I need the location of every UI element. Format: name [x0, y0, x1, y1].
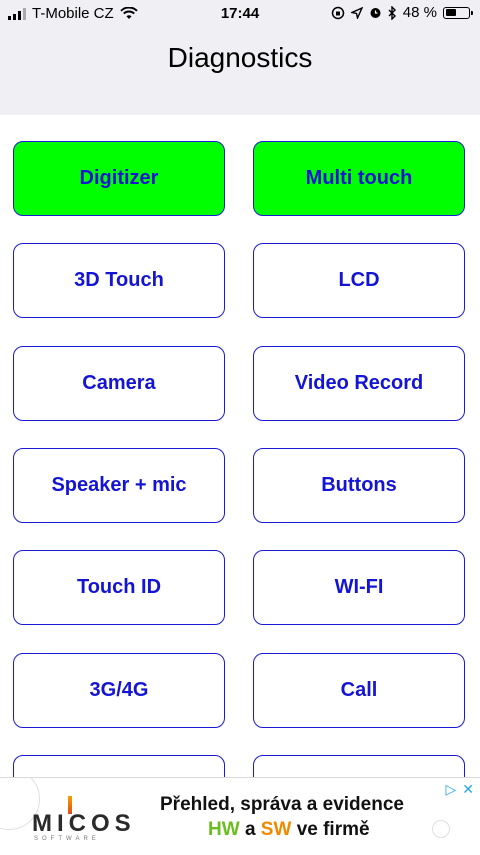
status-right: 48 % — [331, 4, 473, 21]
multi-touch-button[interactable]: Multi touch — [253, 141, 465, 216]
video-record-button[interactable]: Video Record — [253, 346, 465, 421]
partial-button-right[interactable] — [253, 755, 465, 777]
tagline-rest: ve firmě — [296, 819, 370, 840]
tagline-a: a — [244, 819, 256, 840]
cellular-3g-4g-button[interactable]: 3G/4G — [13, 653, 225, 728]
tagline-hw: HW — [208, 819, 240, 840]
alarm-icon — [370, 8, 381, 18]
battery-percent: 48 % — [402, 4, 437, 21]
micos-logo: MICOS SOFTWARE — [32, 792, 147, 842]
battery-icon — [443, 6, 473, 19]
partial-button-left[interactable] — [13, 755, 225, 777]
ad-tagline: HW a SW ve firmě — [208, 819, 370, 841]
bluetooth-icon — [388, 5, 396, 20]
close-icon[interactable]: ✕ — [462, 781, 474, 798]
touch-id-button[interactable]: Touch ID — [13, 550, 225, 625]
call-button[interactable]: Call — [253, 653, 465, 728]
ad-decoration-dot — [432, 820, 450, 838]
advertisement-banner[interactable]: MICOS SOFTWARE Přehled, správa a evidenc… — [0, 777, 480, 855]
diagnostics-grid: Digitizer Multi touch 3D Touch LCD Camer… — [0, 115, 480, 777]
camera-button[interactable]: Camera — [13, 346, 225, 421]
lcd-button[interactable]: LCD — [253, 243, 465, 318]
3d-touch-button[interactable]: 3D Touch — [13, 243, 225, 318]
speaker-mic-button[interactable]: Speaker + mic — [13, 448, 225, 523]
status-bar: T-Mobile CZ 17:44 48 % — [0, 0, 480, 28]
logo-text: MICOS — [32, 810, 136, 837]
tagline-sw: SW — [260, 819, 292, 840]
rotation-lock-icon — [331, 6, 345, 19]
logo-subtext: SOFTWARE — [34, 836, 100, 842]
navigation-bar: Diagnostics — [0, 28, 480, 115]
buttons-test-button[interactable]: Buttons — [253, 448, 465, 523]
location-icon — [350, 6, 363, 19]
ad-choices-icon[interactable]: ▷ — [445, 781, 456, 798]
ad-headline: Přehled, správa a evidence — [160, 794, 404, 815]
battery-fill — [445, 9, 456, 16]
ad-controls: ▷ ✕ — [445, 781, 474, 798]
page-title: Diagnostics — [167, 42, 313, 73]
digitizer-button[interactable]: Digitizer — [13, 141, 225, 216]
wifi-button[interactable]: WI-FI — [253, 550, 465, 625]
